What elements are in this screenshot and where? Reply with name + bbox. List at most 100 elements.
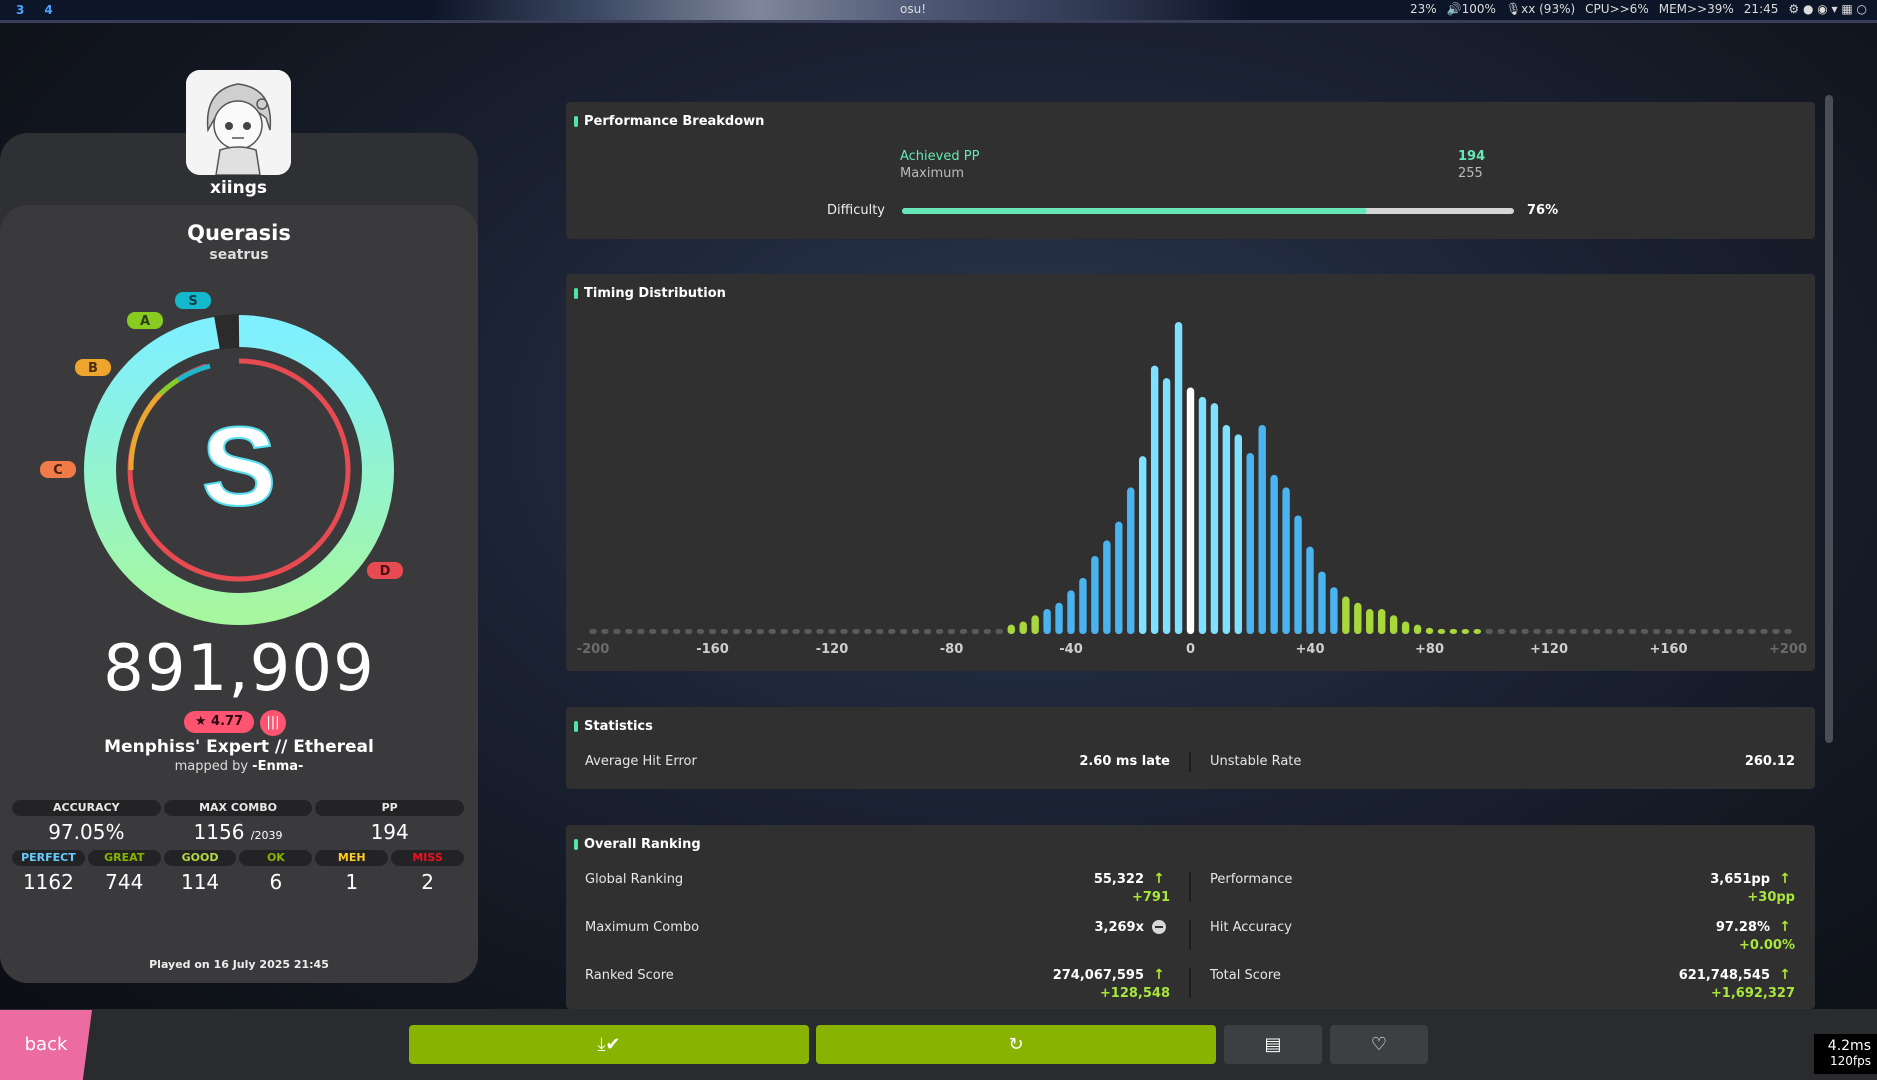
tray-icons[interactable]: ⚙ ● ◉ ▾ ▦ ○	[1788, 2, 1867, 16]
timing-bar	[1115, 521, 1123, 634]
divider	[1189, 968, 1191, 998]
hit-count-value: 114	[180, 870, 220, 894]
system-bar: 3 4 osu! 23% 🔊100% 🎙xx (93%) CPU>>6% MEM…	[0, 0, 1877, 20]
hit-count-value: 6	[269, 870, 283, 894]
hit-count-value: 744	[105, 870, 144, 894]
avg-hit-error-label: Average Hit Error	[585, 754, 697, 769]
fps-counter: 4.2ms 120fps	[1814, 1034, 1877, 1074]
retry-button[interactable]: ↻	[816, 1025, 1216, 1064]
timing-bar	[1019, 621, 1027, 634]
performance-delta: +30pp	[1747, 890, 1795, 905]
workspace-3[interactable]: 3	[16, 3, 24, 17]
system-tray: 23% 🔊100% 🎙xx (93%) CPU>>6% MEM>>39% 21:…	[1410, 2, 1867, 16]
notes-icon: ▤	[1264, 1034, 1282, 1055]
avatar[interactable]	[186, 70, 291, 175]
total-score-value: 621,748,545	[1678, 968, 1770, 983]
unstable-rate-value: 260.12	[1744, 754, 1795, 769]
timing-bar	[1103, 540, 1111, 634]
max-combo-label: Maximum Combo	[585, 920, 700, 935]
timing-bar	[1091, 556, 1099, 634]
performance-panel: Performance Breakdown	[566, 102, 1815, 239]
arrow-up-icon: ↑	[1779, 871, 1791, 887]
maximum-pp-label: Maximum	[900, 166, 965, 181]
cpu-status: CPU>>6%	[1585, 2, 1649, 16]
notes-button[interactable]: ▤	[1224, 1025, 1322, 1064]
workspace-4[interactable]: 4	[44, 3, 52, 17]
hit-count-label: PERFECT	[12, 850, 85, 866]
timing-bar	[1210, 403, 1219, 634]
mic-status[interactable]: 🎙xx (93%)	[1506, 2, 1575, 16]
difficulty-label: Difficulty	[827, 203, 885, 218]
volume-status[interactable]: 🔊100%	[1447, 2, 1496, 16]
username[interactable]: xiings	[160, 178, 317, 198]
global-ranking-delta: +791	[1131, 890, 1170, 905]
combo-value: 1156	[193, 820, 245, 844]
timing-bar	[1330, 587, 1338, 634]
timing-bar	[1234, 434, 1243, 634]
performance-label: Performance	[1210, 872, 1293, 887]
global-ranking-value: 55,322	[1093, 872, 1144, 887]
max-combo-value: 3,269x	[1094, 920, 1144, 935]
divider	[1189, 872, 1191, 902]
arrow-up-icon: ↑	[1779, 919, 1791, 935]
hit-count-great: GREAT 744	[87, 850, 161, 894]
timing-bar	[1031, 615, 1039, 634]
fps-value: 120fps	[1830, 1054, 1871, 1068]
timing-bar	[1389, 615, 1398, 634]
global-ranking-label: Global Ranking	[585, 872, 684, 887]
x-tick-label: -40	[1059, 642, 1083, 657]
panel-title: Performance Breakdown	[573, 114, 765, 129]
unstable-rate-label: Unstable Rate	[1210, 754, 1302, 769]
speaker-icon: 🔊	[1446, 2, 1462, 16]
mapper-prefix: mapped by	[174, 759, 249, 774]
hit-accuracy-value: 97.28%	[1715, 920, 1770, 935]
timing-bar	[1401, 621, 1410, 634]
panel-title: Statistics	[574, 719, 653, 734]
panel-title: Overall Ranking	[574, 837, 701, 852]
timing-bar	[1270, 474, 1278, 634]
x-tick-label: -200	[577, 642, 610, 657]
hit-count-label: MISS	[391, 850, 464, 866]
arrow-up-icon: ↑	[1153, 967, 1165, 983]
brightness-status: 23%	[1409, 2, 1437, 16]
stat-label: MAX COMBO	[163, 800, 313, 816]
timing-bar	[1342, 596, 1350, 634]
rank-badge-s: S	[175, 292, 211, 309]
timing-bar	[1437, 629, 1446, 634]
difficulty-bar-fill	[902, 208, 1368, 214]
timing-bar	[1043, 609, 1051, 634]
rank-badge-d: D	[367, 562, 403, 579]
timing-bar	[1306, 546, 1314, 634]
timing-bar	[1067, 590, 1075, 634]
combo-max: /2039	[250, 829, 283, 842]
timing-bar	[1366, 609, 1374, 634]
system-bar-divider	[0, 20, 1877, 23]
timing-bar	[1186, 387, 1195, 634]
total-score-label: Total Score	[1210, 968, 1281, 983]
stat-label: PP	[315, 800, 465, 816]
hit-count-value: 2	[421, 870, 434, 894]
favourite-button[interactable]: ♡	[1330, 1025, 1428, 1064]
timing-bar	[1449, 629, 1458, 634]
ranked-score-delta: +128,548	[1099, 986, 1170, 1001]
hit-count-label: MEH	[315, 850, 389, 866]
x-tick-label: +200	[1769, 642, 1807, 657]
grade-ring-gap	[214, 314, 240, 350]
clock: 21:45	[1743, 2, 1779, 16]
mic-icon: 🎙	[1505, 2, 1522, 16]
timing-bar	[1294, 515, 1302, 634]
statistics-panel: Statistics	[566, 707, 1815, 789]
scrollbar[interactable]	[1825, 95, 1833, 743]
back-button[interactable]: back	[0, 1010, 92, 1080]
timing-bar	[1127, 487, 1135, 634]
mapper-name[interactable]: -Enma-	[252, 759, 303, 774]
hit-count-meh: MEH 1	[315, 850, 389, 894]
mod-icon[interactable]: |||	[260, 710, 286, 736]
download-replay-button[interactable]: ⤓✔	[409, 1025, 809, 1064]
arrow-up-icon: ↑	[1779, 967, 1791, 983]
timing-bar	[1258, 424, 1266, 634]
stat-pp: PP 194	[315, 800, 465, 844]
svg-text:C: C	[53, 463, 63, 478]
achieved-pp-label: Achieved PP	[900, 149, 980, 164]
divider	[1189, 920, 1191, 950]
